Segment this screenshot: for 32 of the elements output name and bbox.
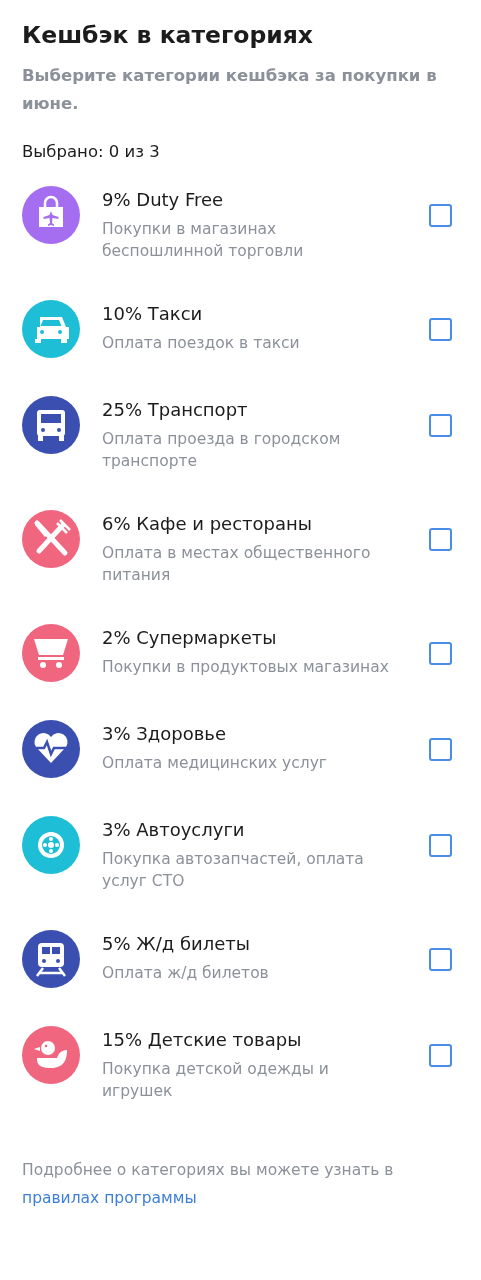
rules-link[interactable]: правилах программы (22, 1189, 197, 1207)
category-description: Оплата в местах общественного питания (102, 543, 372, 586)
category-title: 6% Кафе и рестораны (102, 512, 314, 536)
category-title: 10% Такси (102, 302, 204, 326)
checkbox[interactable] (429, 318, 452, 341)
category-description: Покупки в продуктовых магазинах (102, 657, 390, 678)
category-title: 15% Детские товары (102, 1028, 303, 1052)
category-description: Покупка автозапчастей, оплата услуг СТО (102, 849, 365, 892)
category-description: Оплата ж/д билетов (102, 963, 270, 984)
checkbox[interactable] (429, 414, 452, 437)
category-description: Покупка детской одежды и игрушек (102, 1059, 330, 1102)
footer-note: Подробнее о категориях вы можете узнать в правилах программы (22, 1160, 395, 1209)
category-description: Оплата медицинских услуг (102, 753, 328, 774)
checkbox[interactable] (429, 738, 452, 761)
category-title: 5% Ж/д билеты (102, 932, 251, 956)
category-title: 25% Транспорт (102, 398, 249, 422)
category-title: 3% Автоуслуги (102, 818, 246, 842)
category-title: 3% Здоровье (102, 722, 227, 746)
checkbox[interactable] (429, 1044, 452, 1067)
checkbox[interactable] (429, 834, 452, 857)
page-title: Кешбэк в категориях (22, 20, 314, 51)
category-description: Оплата поездок в такси (102, 333, 301, 354)
selected-count: Выбрано: 0 из 3 (22, 142, 161, 161)
category-description: Покупки в магазинах беспошлинной торговли (102, 219, 305, 262)
page-subtitle: Выберите категории кешбэка за покупки в июне. (22, 65, 438, 115)
category-description: Оплата проезда в городском транспорте (102, 429, 342, 472)
checkbox[interactable] (429, 948, 452, 971)
checkbox[interactable] (429, 528, 452, 551)
category-title: 9% Duty Free (102, 188, 225, 212)
checkbox[interactable] (429, 204, 452, 227)
category-title: 2% Супермаркеты (102, 626, 278, 650)
checkbox[interactable] (429, 642, 452, 665)
